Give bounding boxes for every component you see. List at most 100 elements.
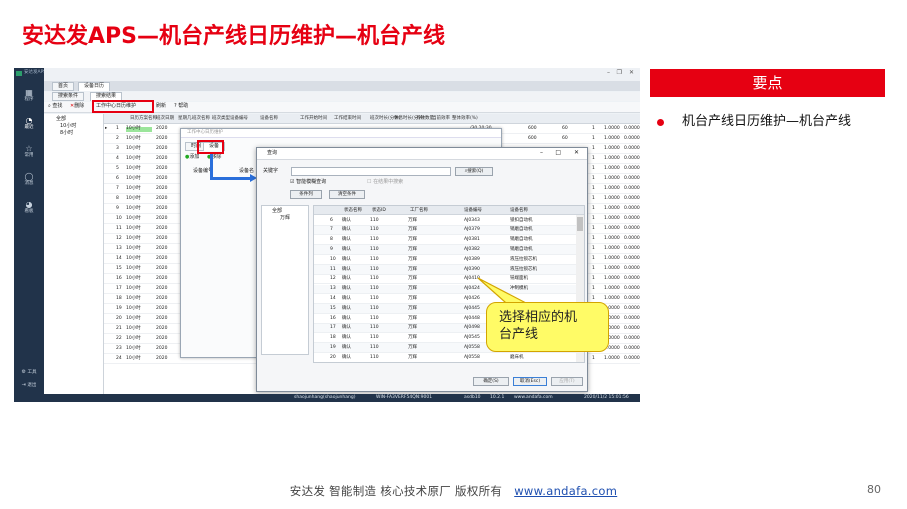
tree-node-8h[interactable]: 8小时 bbox=[46, 130, 101, 137]
row-number: 7 bbox=[330, 227, 333, 233]
valid-qty-cell: 1 bbox=[592, 156, 595, 161]
current-eff-cell: 1.0000 bbox=[604, 176, 620, 181]
dialog-close-icon[interactable]: ✕ bbox=[574, 150, 579, 156]
nav-item-exit[interactable]: ⇥ 退出 bbox=[14, 383, 44, 389]
device-row[interactable]: 7 确认 110 万辉 AJ0379 销磨自动机 bbox=[314, 225, 576, 236]
add-button[interactable]: ●添加 bbox=[185, 155, 199, 160]
tab-home[interactable]: 首页 bbox=[52, 82, 75, 91]
ok-button[interactable]: 确定(S) bbox=[473, 377, 509, 386]
col-device-name: 设备名称 bbox=[260, 116, 278, 121]
nav-item-gear[interactable]: ⚙ 工具 bbox=[14, 370, 44, 376]
device-code-cell: AJ0343 bbox=[464, 217, 480, 223]
tree-node-10h[interactable]: 10小时 bbox=[46, 123, 101, 130]
arrow-line-horizontal bbox=[210, 177, 252, 180]
status-cell: 确认 bbox=[342, 295, 351, 301]
nav-label: 程序 bbox=[24, 97, 34, 102]
device-row[interactable]: 8 确认 110 万辉 AJ0381 销磨自动机 bbox=[314, 236, 576, 246]
find-button[interactable]: ⌕ 查找 bbox=[48, 104, 62, 109]
scheme-name-cell: 10小时 bbox=[126, 126, 152, 132]
rest-minutes-cell: 60 bbox=[562, 126, 568, 131]
tree-node-all[interactable]: 全部 bbox=[46, 116, 101, 123]
overall-eff-cell: 0.0000 bbox=[624, 276, 640, 281]
row-number: 9 bbox=[116, 206, 119, 211]
current-row-icon: ▸ bbox=[105, 126, 108, 131]
tab-device-calendar[interactable]: 设备日历 bbox=[78, 82, 111, 91]
tree-node-wanhui[interactable]: 万辉 bbox=[264, 215, 306, 222]
clock-icon: ◔ bbox=[25, 116, 33, 125]
device-row[interactable]: 9 确认 110 万辉 AJ0382 销磨自动机 bbox=[314, 245, 576, 255]
scheme-name-cell: 10小时 bbox=[126, 156, 141, 161]
refresh-button[interactable]: 刷新 bbox=[156, 104, 166, 109]
scheme-name-cell: 10小时 bbox=[126, 346, 141, 351]
search-in-result-checkbox[interactable]: ☐ 在结果中搜索 bbox=[367, 180, 403, 185]
shift-date-cell: 2020 bbox=[156, 246, 168, 251]
factory-cell: 万辉 bbox=[408, 344, 417, 350]
row-number: 20 bbox=[116, 316, 122, 321]
row-number: 8 bbox=[116, 196, 119, 201]
scheme-name-cell: 10小时 bbox=[126, 256, 141, 261]
search-button[interactable]: ⌕搜索(Q) bbox=[455, 167, 493, 176]
footer-link[interactable]: www.andafa.com bbox=[514, 484, 617, 498]
status-time: 2020/11/2 15:01:56 bbox=[584, 395, 629, 400]
shift-date-cell: 2020 bbox=[156, 306, 168, 311]
keyword-input[interactable] bbox=[291, 167, 451, 176]
device-row[interactable]: 12 确认 110 万辉 AJ0410 铣端面机 bbox=[314, 275, 576, 285]
status-site: www.andafa.com bbox=[514, 395, 553, 400]
device-code-cell: AJ0545 bbox=[464, 335, 480, 341]
scheme-name-cell: 10小时 bbox=[126, 186, 141, 191]
scheme-name-cell: 10小时 bbox=[126, 336, 141, 341]
key-points-heading: 要点 bbox=[650, 69, 885, 97]
current-eff-cell: 1.0000 bbox=[604, 226, 620, 231]
nav-item-clock[interactable]: ◔ 最近 bbox=[14, 116, 44, 131]
dialog-minimize-icon[interactable]: – bbox=[540, 150, 543, 156]
shift-date-cell: 2020 bbox=[156, 336, 168, 341]
row-number: 12 bbox=[116, 236, 122, 241]
status-db: asdb10 bbox=[464, 395, 481, 400]
status-id-cell: 110 bbox=[370, 256, 379, 262]
condition-column-button[interactable]: 条件列 bbox=[290, 190, 322, 199]
minimize-icon[interactable]: – bbox=[607, 70, 610, 76]
dialog-maximize-icon[interactable]: □ bbox=[555, 150, 561, 156]
shift-date-cell: 2020 bbox=[156, 196, 168, 201]
shift-minutes-cell: 600 bbox=[528, 126, 537, 131]
nav-item-message[interactable]: ◯ 消息 bbox=[14, 172, 44, 187]
factory-tree: 全部 万辉 bbox=[261, 205, 309, 355]
device-name-cell: 销磨自动机 bbox=[510, 227, 533, 233]
restore-icon[interactable]: ❐ bbox=[617, 70, 622, 76]
device-row[interactable]: 6 确认 110 万辉 AJ0343 锁扣自动机 bbox=[314, 216, 576, 226]
scheme-name-cell: 10小时 bbox=[126, 326, 141, 331]
device-row[interactable]: 11 确认 110 万辉 AJ0390 液压拉锁芯机 bbox=[314, 265, 576, 275]
device-row[interactable]: 10 确认 110 万辉 AJ0389 液压拉锁芯机 bbox=[314, 255, 576, 265]
valid-qty-cell: 1 bbox=[592, 276, 595, 281]
nav-label: 最近 bbox=[24, 125, 34, 130]
overall-eff-cell: 0.0000 bbox=[624, 296, 640, 301]
cancel-button[interactable]: 取消(Esc) bbox=[513, 377, 547, 386]
delete-button[interactable]: ✕删除 bbox=[70, 104, 84, 109]
grid-header: 日历方案名称 班次日期 星期几 班次名称 班次类型 设备编号 设备名称 工作开始时间 工作结束时… bbox=[104, 114, 640, 124]
status-id-cell: 110 bbox=[370, 325, 379, 331]
device-code-cell: AJ0558 bbox=[464, 354, 480, 360]
subtab-search-condition[interactable]: 搜索条件 bbox=[52, 92, 85, 101]
device-row[interactable]: 13 确认 110 万辉 AJ0424 冲制模机 bbox=[314, 284, 576, 295]
shift-date-cell: 2020 bbox=[156, 186, 168, 191]
status-id-cell: 110 bbox=[370, 276, 379, 282]
clear-condition-button[interactable]: 清空条件 bbox=[329, 190, 365, 199]
nav-item-dashboard[interactable]: ◕ 看板 bbox=[14, 200, 44, 215]
help-button[interactable]: ? 帮助 bbox=[174, 104, 188, 109]
col-shift-type: 班次类型 bbox=[212, 116, 230, 121]
device-row[interactable]: 20 确认 110 万辉 AJ0558 磨床机 bbox=[314, 353, 576, 362]
scheme-name-cell: 10小时 bbox=[126, 356, 141, 361]
scrollbar-thumb[interactable] bbox=[577, 217, 583, 231]
shift-date-cell: 2020 bbox=[156, 166, 168, 171]
status-cell: 确认 bbox=[342, 276, 351, 282]
fuzzy-search-checkbox[interactable]: ☑ 智能模糊查询 bbox=[290, 180, 326, 185]
close-icon[interactable]: ✕ bbox=[629, 70, 634, 76]
nav-item-grid[interactable]: ▦ 程序 bbox=[14, 88, 44, 103]
apply-button[interactable]: 应用(T) bbox=[551, 377, 583, 386]
arrow-line-vertical bbox=[210, 154, 213, 179]
status-id-cell: 110 bbox=[370, 295, 379, 301]
tree-node-all[interactable]: 全部 bbox=[264, 208, 306, 215]
shift-date-cell: 2020 bbox=[156, 326, 168, 331]
nav-item-star[interactable]: ☆ 常用 bbox=[14, 144, 44, 159]
row-number: 13 bbox=[116, 246, 122, 251]
